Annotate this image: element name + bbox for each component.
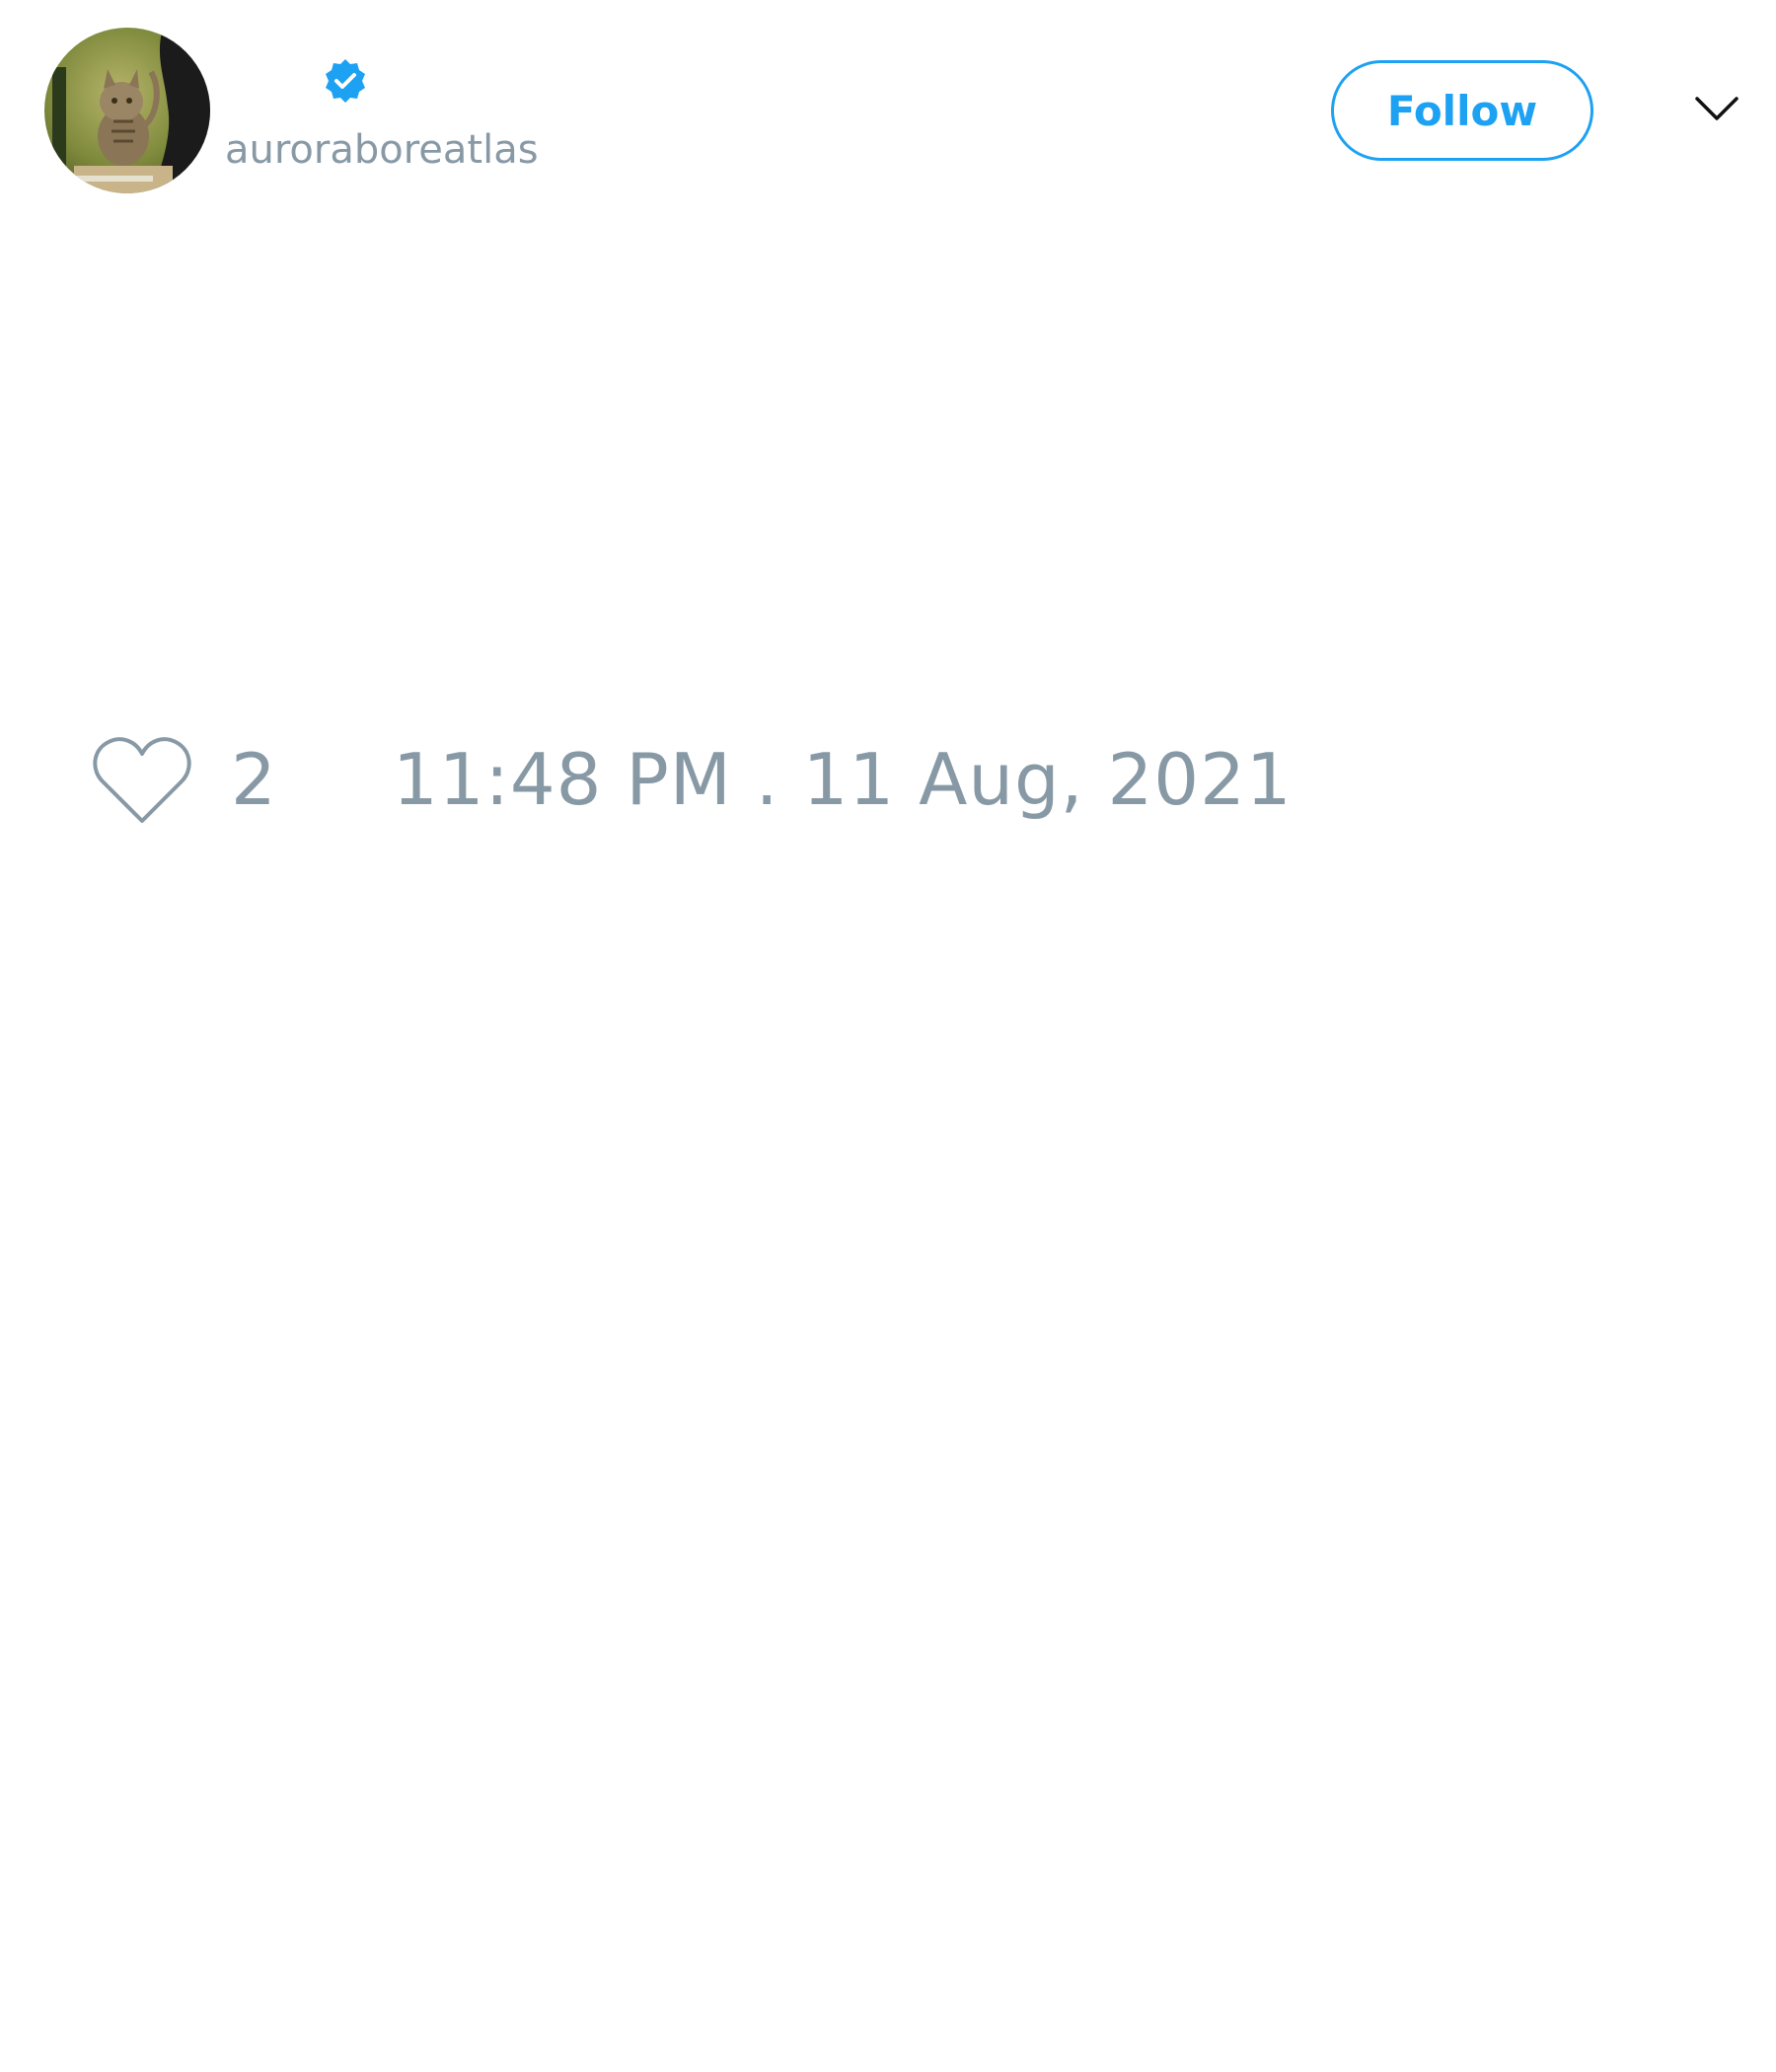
user-handle[interactable]: auroraboreatlas <box>225 126 539 174</box>
like-count: 2 <box>231 738 276 821</box>
follow-button[interactable]: Follow <box>1331 60 1593 161</box>
verified-badge-icon <box>322 57 369 105</box>
chevron-down-icon[interactable] <box>1693 91 1740 126</box>
tweet-actions: 2 <box>89 730 276 829</box>
tweet-timestamp[interactable]: 11:48 PM . 11 Aug, 2021 <box>393 730 1293 829</box>
avatar-image <box>44 28 210 193</box>
heart-outline-icon[interactable] <box>89 730 195 829</box>
avatar[interactable] <box>44 28 210 193</box>
